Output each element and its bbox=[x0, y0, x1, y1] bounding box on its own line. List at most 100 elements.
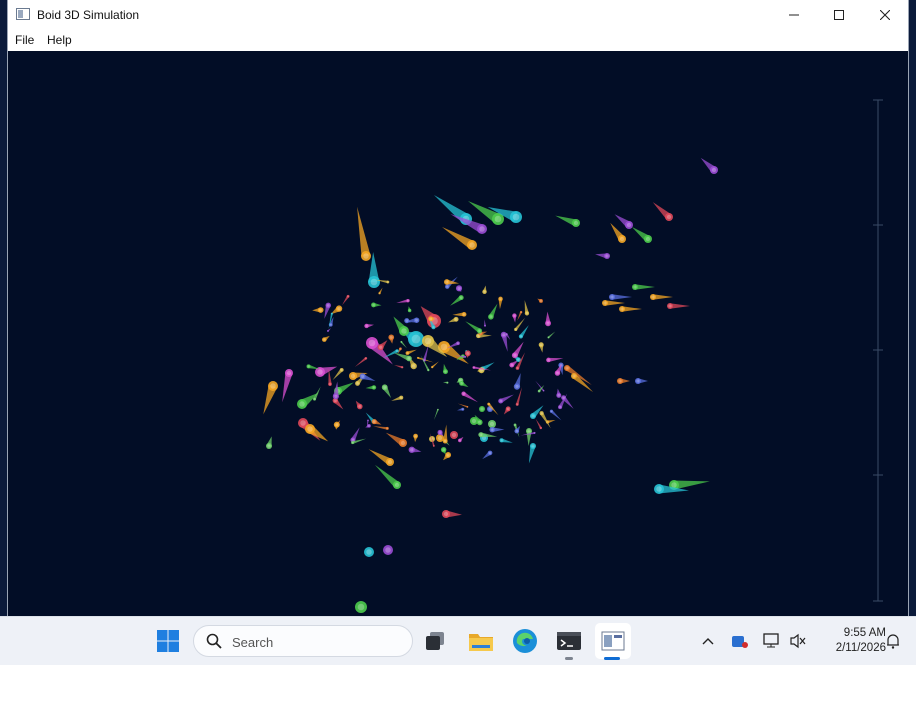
boid bbox=[614, 214, 633, 229]
title-bar[interactable]: Boid 3D Simulation bbox=[8, 0, 908, 30]
boid bbox=[455, 285, 463, 292]
boid bbox=[488, 420, 496, 428]
boid bbox=[383, 545, 393, 555]
boid bbox=[332, 381, 339, 400]
boid bbox=[482, 450, 493, 460]
window-title: Boid 3D Simulation bbox=[37, 8, 140, 22]
notification-button[interactable] bbox=[882, 627, 904, 655]
maximize-button[interactable] bbox=[816, 0, 862, 30]
boid bbox=[394, 364, 404, 369]
boid-scene[interactable] bbox=[8, 51, 908, 616]
boid bbox=[357, 206, 371, 261]
boid bbox=[556, 388, 562, 398]
boid bbox=[368, 449, 394, 466]
boid bbox=[617, 378, 630, 384]
boid bbox=[667, 303, 690, 309]
boid bbox=[498, 296, 503, 310]
boid bbox=[517, 310, 523, 321]
boid bbox=[442, 226, 477, 250]
boid bbox=[546, 357, 564, 363]
boid bbox=[547, 331, 556, 339]
boid bbox=[332, 397, 344, 410]
boid bbox=[476, 333, 492, 339]
start-button[interactable] bbox=[154, 627, 182, 655]
boid bbox=[609, 294, 632, 300]
file-explorer-icon bbox=[469, 634, 493, 651]
boid bbox=[448, 316, 459, 323]
volume-tray-button[interactable] bbox=[786, 627, 810, 655]
boid bbox=[457, 403, 469, 408]
boid bbox=[450, 295, 464, 306]
boid bbox=[571, 373, 594, 393]
show-hidden-icons-button[interactable] bbox=[695, 627, 721, 655]
terminal-button[interactable] bbox=[555, 627, 583, 655]
simulation-viewport[interactable] bbox=[8, 51, 908, 616]
boid bbox=[443, 279, 460, 285]
search-input[interactable] bbox=[230, 631, 404, 653]
menu-file[interactable]: File bbox=[15, 33, 34, 47]
boid bbox=[537, 298, 543, 303]
menu-help[interactable]: Help bbox=[47, 33, 72, 47]
boid bbox=[488, 303, 498, 320]
boid bbox=[377, 340, 388, 351]
boid bbox=[266, 436, 272, 449]
boid bbox=[431, 361, 439, 369]
boid bbox=[442, 381, 449, 384]
boid bbox=[479, 406, 485, 412]
boid bbox=[306, 364, 320, 370]
boid bbox=[440, 446, 447, 455]
minimize-button[interactable] bbox=[771, 0, 817, 30]
boid bbox=[381, 384, 392, 398]
boid bbox=[549, 409, 562, 421]
boid bbox=[545, 311, 551, 327]
network-icon bbox=[763, 633, 779, 648]
edge-icon bbox=[513, 629, 537, 653]
boid bbox=[385, 432, 407, 447]
boid bbox=[313, 386, 321, 401]
boid bbox=[391, 395, 404, 401]
boid bbox=[282, 369, 293, 403]
boid bbox=[364, 547, 374, 557]
boid bbox=[499, 438, 513, 443]
taskbar-search[interactable] bbox=[193, 625, 413, 657]
network-tray-button[interactable] bbox=[760, 627, 784, 655]
volume-muted-icon bbox=[790, 633, 806, 649]
boid bbox=[461, 391, 478, 403]
boid bbox=[408, 446, 422, 453]
boid bbox=[442, 510, 462, 518]
boid bbox=[405, 349, 417, 355]
boid bbox=[484, 319, 486, 327]
bluetooth-tray-button[interactable] bbox=[728, 627, 752, 655]
minimize-icon bbox=[789, 14, 799, 16]
edge-button[interactable] bbox=[511, 627, 539, 655]
boid bbox=[371, 418, 382, 425]
boid-app-button[interactable] bbox=[595, 623, 631, 659]
file-explorer-button[interactable] bbox=[467, 627, 495, 655]
boid bbox=[503, 406, 511, 415]
boid bbox=[433, 408, 439, 420]
close-button[interactable] bbox=[862, 0, 908, 30]
clock-time: 9:55 AM bbox=[843, 627, 886, 639]
task-view-button[interactable] bbox=[421, 627, 449, 655]
boid bbox=[652, 202, 673, 221]
boid bbox=[312, 307, 324, 313]
maximize-icon bbox=[834, 10, 844, 20]
boid bbox=[365, 385, 377, 390]
boid bbox=[511, 341, 524, 359]
boid bbox=[700, 157, 718, 174]
start-icon bbox=[157, 630, 179, 652]
boid bbox=[535, 418, 543, 430]
boid-app-active-indicator bbox=[604, 657, 620, 660]
boid bbox=[450, 431, 458, 439]
boid bbox=[452, 312, 467, 317]
chevron-up-icon bbox=[702, 638, 714, 645]
search-icon bbox=[206, 633, 222, 649]
boid bbox=[489, 427, 505, 433]
boid bbox=[512, 313, 517, 323]
boid bbox=[354, 357, 368, 367]
taskbar-clock[interactable]: 9:55 AM 2/11/2026 bbox=[812, 626, 886, 656]
app-window-icon bbox=[16, 8, 30, 20]
boid bbox=[465, 321, 483, 334]
boid bbox=[443, 452, 452, 461]
boid bbox=[518, 325, 529, 339]
